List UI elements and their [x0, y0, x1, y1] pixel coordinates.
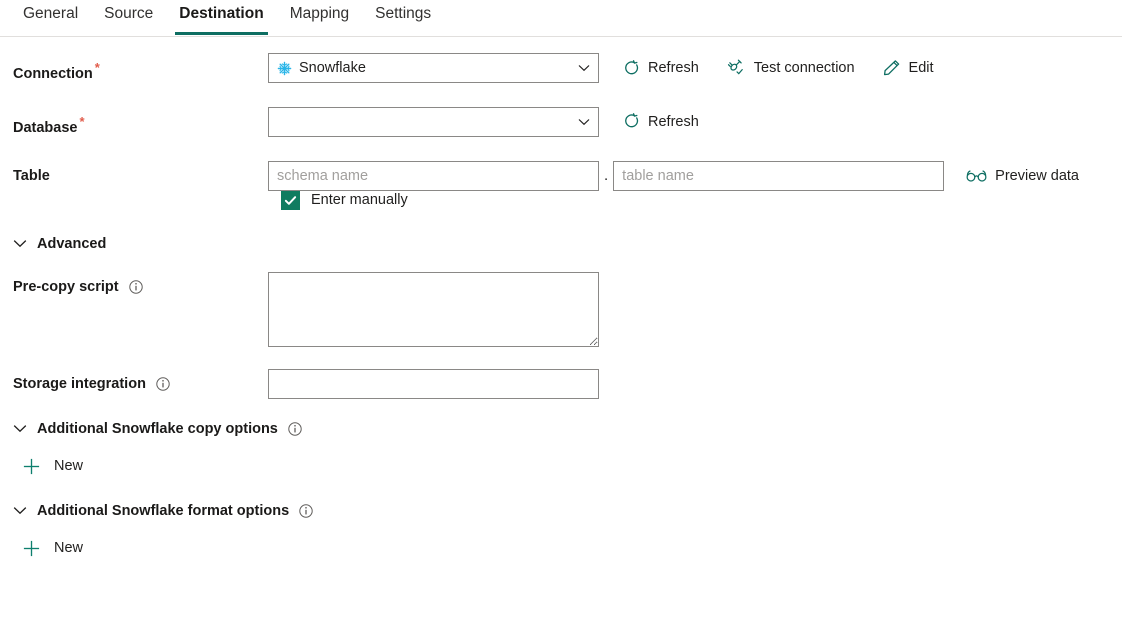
refresh-database-label: Refresh: [648, 113, 699, 130]
new-copy-option-button[interactable]: New: [0, 457, 83, 476]
new-copy-option-label: New: [54, 458, 84, 475]
connection-dropdown[interactable]: Snowflake: [268, 53, 599, 83]
plug-check-icon: [727, 59, 746, 78]
new-format-option-button[interactable]: New: [0, 539, 83, 558]
chevron-down-icon: [578, 118, 590, 126]
precopy-script-row: Pre-copy script: [0, 271, 1122, 347]
connection-label: Connection *: [13, 60, 100, 82]
chevron-down-icon: [13, 239, 27, 248]
database-dropdown[interactable]: [268, 106, 599, 137]
test-connection-label: Test connection: [753, 60, 855, 76]
enter-manually-row: Enter manually: [281, 190, 1122, 210]
format-options-section-header[interactable]: Additional Snowflake format options: [0, 503, 1122, 519]
table-name-input[interactable]: [613, 160, 945, 191]
info-icon[interactable]: [128, 280, 143, 294]
destination-form: Connection * Snowflake Refresh Test conn…: [0, 37, 1122, 558]
plus-icon: [22, 457, 41, 476]
pencil-icon: [883, 59, 901, 77]
plus-icon: [22, 539, 41, 558]
info-icon[interactable]: [299, 504, 313, 518]
storage-integration-input[interactable]: [268, 368, 599, 399]
refresh-icon: [623, 59, 640, 77]
tab-general[interactable]: General: [10, 0, 91, 34]
glasses-icon: [966, 169, 987, 183]
info-icon[interactable]: [156, 377, 170, 391]
tab-bar: General Source Destination Mapping Setti…: [0, 0, 1122, 37]
database-row: Database * Refresh: [0, 106, 1122, 143]
edit-connection-label: Edit: [908, 60, 934, 76]
required-asterisk: *: [94, 60, 100, 75]
enter-manually-checkbox[interactable]: [281, 190, 300, 210]
table-separator: .: [604, 166, 609, 184]
database-commands: Refresh: [617, 109, 721, 134]
table-commands: Preview data: [960, 164, 1101, 188]
preview-data-label: Preview data: [995, 167, 1079, 184]
precopy-script-textarea[interactable]: [268, 271, 599, 347]
advanced-section-header[interactable]: Advanced: [0, 236, 1122, 252]
chevron-down-icon: [578, 64, 590, 72]
refresh-icon: [623, 113, 640, 130]
chevron-down-icon: [13, 506, 27, 515]
tab-mapping[interactable]: Mapping: [277, 0, 362, 34]
required-asterisk: *: [79, 113, 85, 129]
preview-data-button[interactable]: Preview data: [960, 164, 1085, 188]
chevron-down-icon: [13, 424, 27, 433]
refresh-connection-label: Refresh: [648, 60, 699, 76]
database-label: Database *: [13, 113, 85, 136]
storage-integration-row: Storage integration: [0, 368, 1122, 399]
info-icon[interactable]: [288, 422, 302, 436]
enter-manually-label: Enter manually: [311, 192, 408, 209]
refresh-database-button[interactable]: Refresh: [617, 109, 705, 134]
new-format-option-label: New: [54, 540, 84, 557]
test-connection-button[interactable]: Test connection: [721, 55, 861, 82]
snowflake-icon: [277, 61, 292, 76]
tab-destination[interactable]: Destination: [166, 0, 276, 35]
table-row: Table . Preview data: [0, 160, 1122, 191]
connection-row: Connection * Snowflake Refresh Test conn…: [0, 53, 1122, 89]
edit-connection-button[interactable]: Edit: [877, 55, 940, 81]
connection-commands: Refresh Test connection Edit: [617, 55, 956, 82]
tab-source[interactable]: Source: [91, 0, 166, 34]
storage-integration-label: Storage integration: [0, 369, 268, 399]
copy-options-label: Additional Snowflake copy options: [37, 421, 302, 437]
storage-integration-controls: [268, 368, 599, 399]
precopy-script-label: Pre-copy script: [0, 272, 268, 302]
format-options-label: Additional Snowflake format options: [37, 503, 313, 519]
refresh-connection-button[interactable]: Refresh: [617, 56, 705, 81]
database-controls: Refresh: [268, 106, 721, 137]
tab-settings[interactable]: Settings: [362, 0, 444, 34]
advanced-label: Advanced: [37, 235, 107, 252]
schema-name-input[interactable]: [268, 160, 599, 191]
precopy-script-controls: [268, 271, 599, 347]
connection-controls: Snowflake Refresh Test connection Edit: [268, 53, 956, 83]
table-label: Table: [13, 167, 50, 184]
connection-value: Snowflake: [299, 60, 366, 76]
table-controls: . Preview data: [268, 160, 1101, 191]
copy-options-section-header[interactable]: Additional Snowflake copy options: [0, 421, 1122, 437]
